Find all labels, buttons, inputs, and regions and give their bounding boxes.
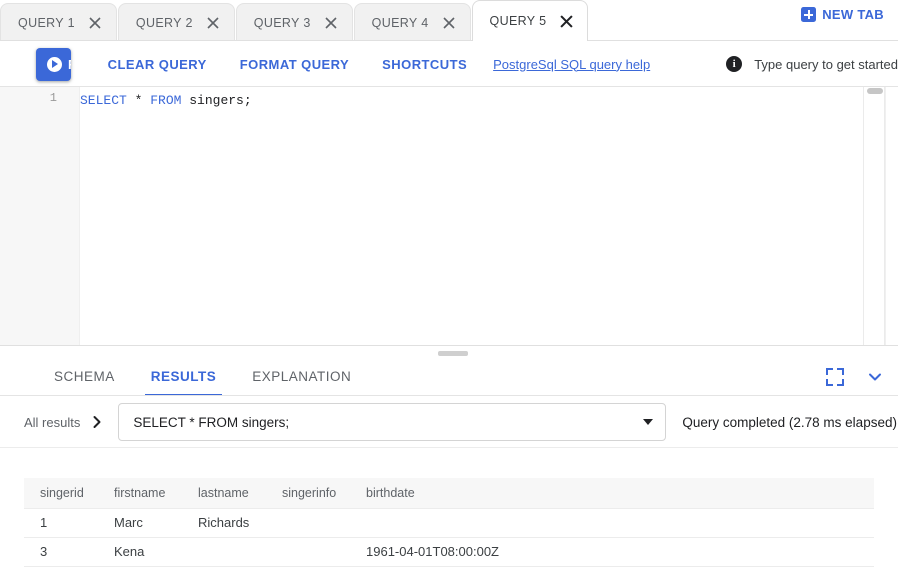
shortcuts-button[interactable]: SHORTCUTS: [382, 57, 467, 72]
chevron-right-icon: [90, 415, 104, 429]
format-query-button[interactable]: FORMAT QUERY: [240, 57, 349, 72]
tab-explanation-label: EXPLANATION: [252, 369, 351, 384]
editor-code-area[interactable]: SELECT * FROM singers;: [80, 91, 862, 110]
editor-status-text: Type query to get started: [754, 57, 898, 72]
results-table-body: 1 Marc Richards 3 Kena 1961-04-01T08:00:…: [24, 508, 874, 566]
panel-splitter[interactable]: [0, 345, 898, 357]
sql-query-help-link[interactable]: PostgreSql SQL query help: [493, 57, 650, 72]
query-status-text: Query completed (2.78 ms elapsed): [682, 415, 897, 430]
results-control-bar: All results SELECT * FROM singers; Query…: [0, 396, 898, 448]
fullscreen-icon[interactable]: [826, 368, 844, 386]
results-tab-bar: SCHEMA RESULTS EXPLANATION: [0, 357, 898, 396]
cell-singerinfo: [266, 537, 350, 566]
sql-star-operator: *: [127, 93, 150, 108]
cell-birthdate: [350, 508, 874, 537]
table-header-row: singerid firstname lastname singerinfo b…: [24, 478, 874, 508]
close-icon[interactable]: [559, 14, 573, 28]
run-button-group[interactable]: RUN: [36, 48, 71, 81]
tab-results[interactable]: RESULTS: [133, 357, 235, 396]
code-line-1: SELECT * FROM singers;: [80, 91, 862, 110]
resize-handle[interactable]: [438, 351, 468, 356]
run-button[interactable]: RUN: [36, 48, 71, 81]
editor-right-gutter: [885, 87, 898, 345]
sql-table-name: singers;: [181, 93, 251, 108]
tab-explanation[interactable]: EXPLANATION: [234, 357, 369, 396]
query-tab-3[interactable]: QUERY 3: [236, 3, 353, 41]
cell-singerid: 1: [24, 508, 98, 537]
query-tab-1[interactable]: QUERY 1: [0, 3, 117, 41]
column-header-singerinfo[interactable]: singerinfo: [266, 478, 350, 508]
plus-square-icon: [801, 7, 816, 22]
result-query-select[interactable]: SELECT * FROM singers;: [118, 403, 666, 441]
breadcrumb-all-results[interactable]: All results: [24, 415, 80, 430]
chevron-down-icon[interactable]: [866, 368, 884, 386]
query-tab-4[interactable]: QUERY 4: [354, 3, 471, 41]
info-icon: i: [726, 56, 742, 72]
close-icon[interactable]: [442, 16, 456, 30]
result-query-select-value: SELECT * FROM singers;: [133, 415, 643, 430]
tab-results-label: RESULTS: [151, 369, 217, 384]
tab-schema-label: SCHEMA: [54, 369, 115, 384]
column-header-firstname[interactable]: firstname: [98, 478, 182, 508]
results-table: singerid firstname lastname singerinfo b…: [24, 478, 874, 567]
query-tab-2-label: QUERY 2: [136, 16, 193, 30]
new-tab-button[interactable]: NEW TAB: [801, 7, 884, 22]
sql-query-editor-app: QUERY 1 QUERY 2 QUERY 3 QUERY 4: [0, 0, 898, 579]
tab-schema[interactable]: SCHEMA: [36, 357, 133, 396]
column-header-birthdate[interactable]: birthdate: [350, 478, 874, 508]
chevron-down-icon: [643, 419, 653, 425]
query-tab-5[interactable]: QUERY 5: [472, 0, 589, 41]
query-tab-1-label: QUERY 1: [18, 16, 75, 30]
query-tab-2[interactable]: QUERY 2: [118, 3, 235, 41]
close-icon[interactable]: [206, 16, 220, 30]
close-icon[interactable]: [88, 16, 102, 30]
cell-singerinfo: [266, 508, 350, 537]
column-header-singerid[interactable]: singerid: [24, 478, 98, 508]
column-header-lastname[interactable]: lastname: [182, 478, 266, 508]
query-tab-3-label: QUERY 3: [254, 16, 311, 30]
cell-birthdate: 1961-04-01T08:00:00Z: [350, 537, 874, 566]
cell-lastname: Richards: [182, 508, 266, 537]
table-row[interactable]: 1 Marc Richards: [24, 508, 874, 537]
sql-editor[interactable]: 1 SELECT * FROM singers;: [0, 87, 898, 345]
play-circle-icon: [47, 57, 62, 72]
query-tab-5-label: QUERY 5: [490, 14, 547, 28]
editor-scrollbar-thumb[interactable]: [867, 88, 883, 94]
results-table-wrapper: singerid firstname lastname singerinfo b…: [24, 478, 874, 567]
editor-status: i Type query to get started: [726, 56, 898, 72]
cell-lastname: [182, 537, 266, 566]
results-table-head: singerid firstname lastname singerinfo b…: [24, 478, 874, 508]
sql-keyword-select: SELECT: [80, 93, 127, 108]
query-tab-bar: QUERY 1 QUERY 2 QUERY 3 QUERY 4: [0, 0, 898, 41]
editor-toolbar: RUN CLEAR QUERY FORMAT QUERY SHORTCUTS P…: [0, 41, 898, 87]
query-tab-strip: QUERY 1 QUERY 2 QUERY 3 QUERY 4: [0, 0, 589, 41]
cell-firstname: Marc: [98, 508, 182, 537]
table-row[interactable]: 3 Kena 1961-04-01T08:00:00Z: [24, 537, 874, 566]
close-icon[interactable]: [324, 16, 338, 30]
sql-keyword-from: FROM: [150, 93, 181, 108]
cell-firstname: Kena: [98, 537, 182, 566]
editor-vertical-scrollbar[interactable]: [863, 87, 885, 345]
new-tab-label: NEW TAB: [822, 7, 884, 22]
query-tab-4-label: QUERY 4: [372, 16, 429, 30]
run-button-label: RUN: [68, 57, 71, 72]
cell-singerid: 3: [24, 537, 98, 566]
line-number: 1: [50, 91, 57, 105]
editor-gutter: 1: [0, 87, 80, 345]
results-actions: [826, 357, 884, 396]
clear-query-button[interactable]: CLEAR QUERY: [108, 57, 207, 72]
